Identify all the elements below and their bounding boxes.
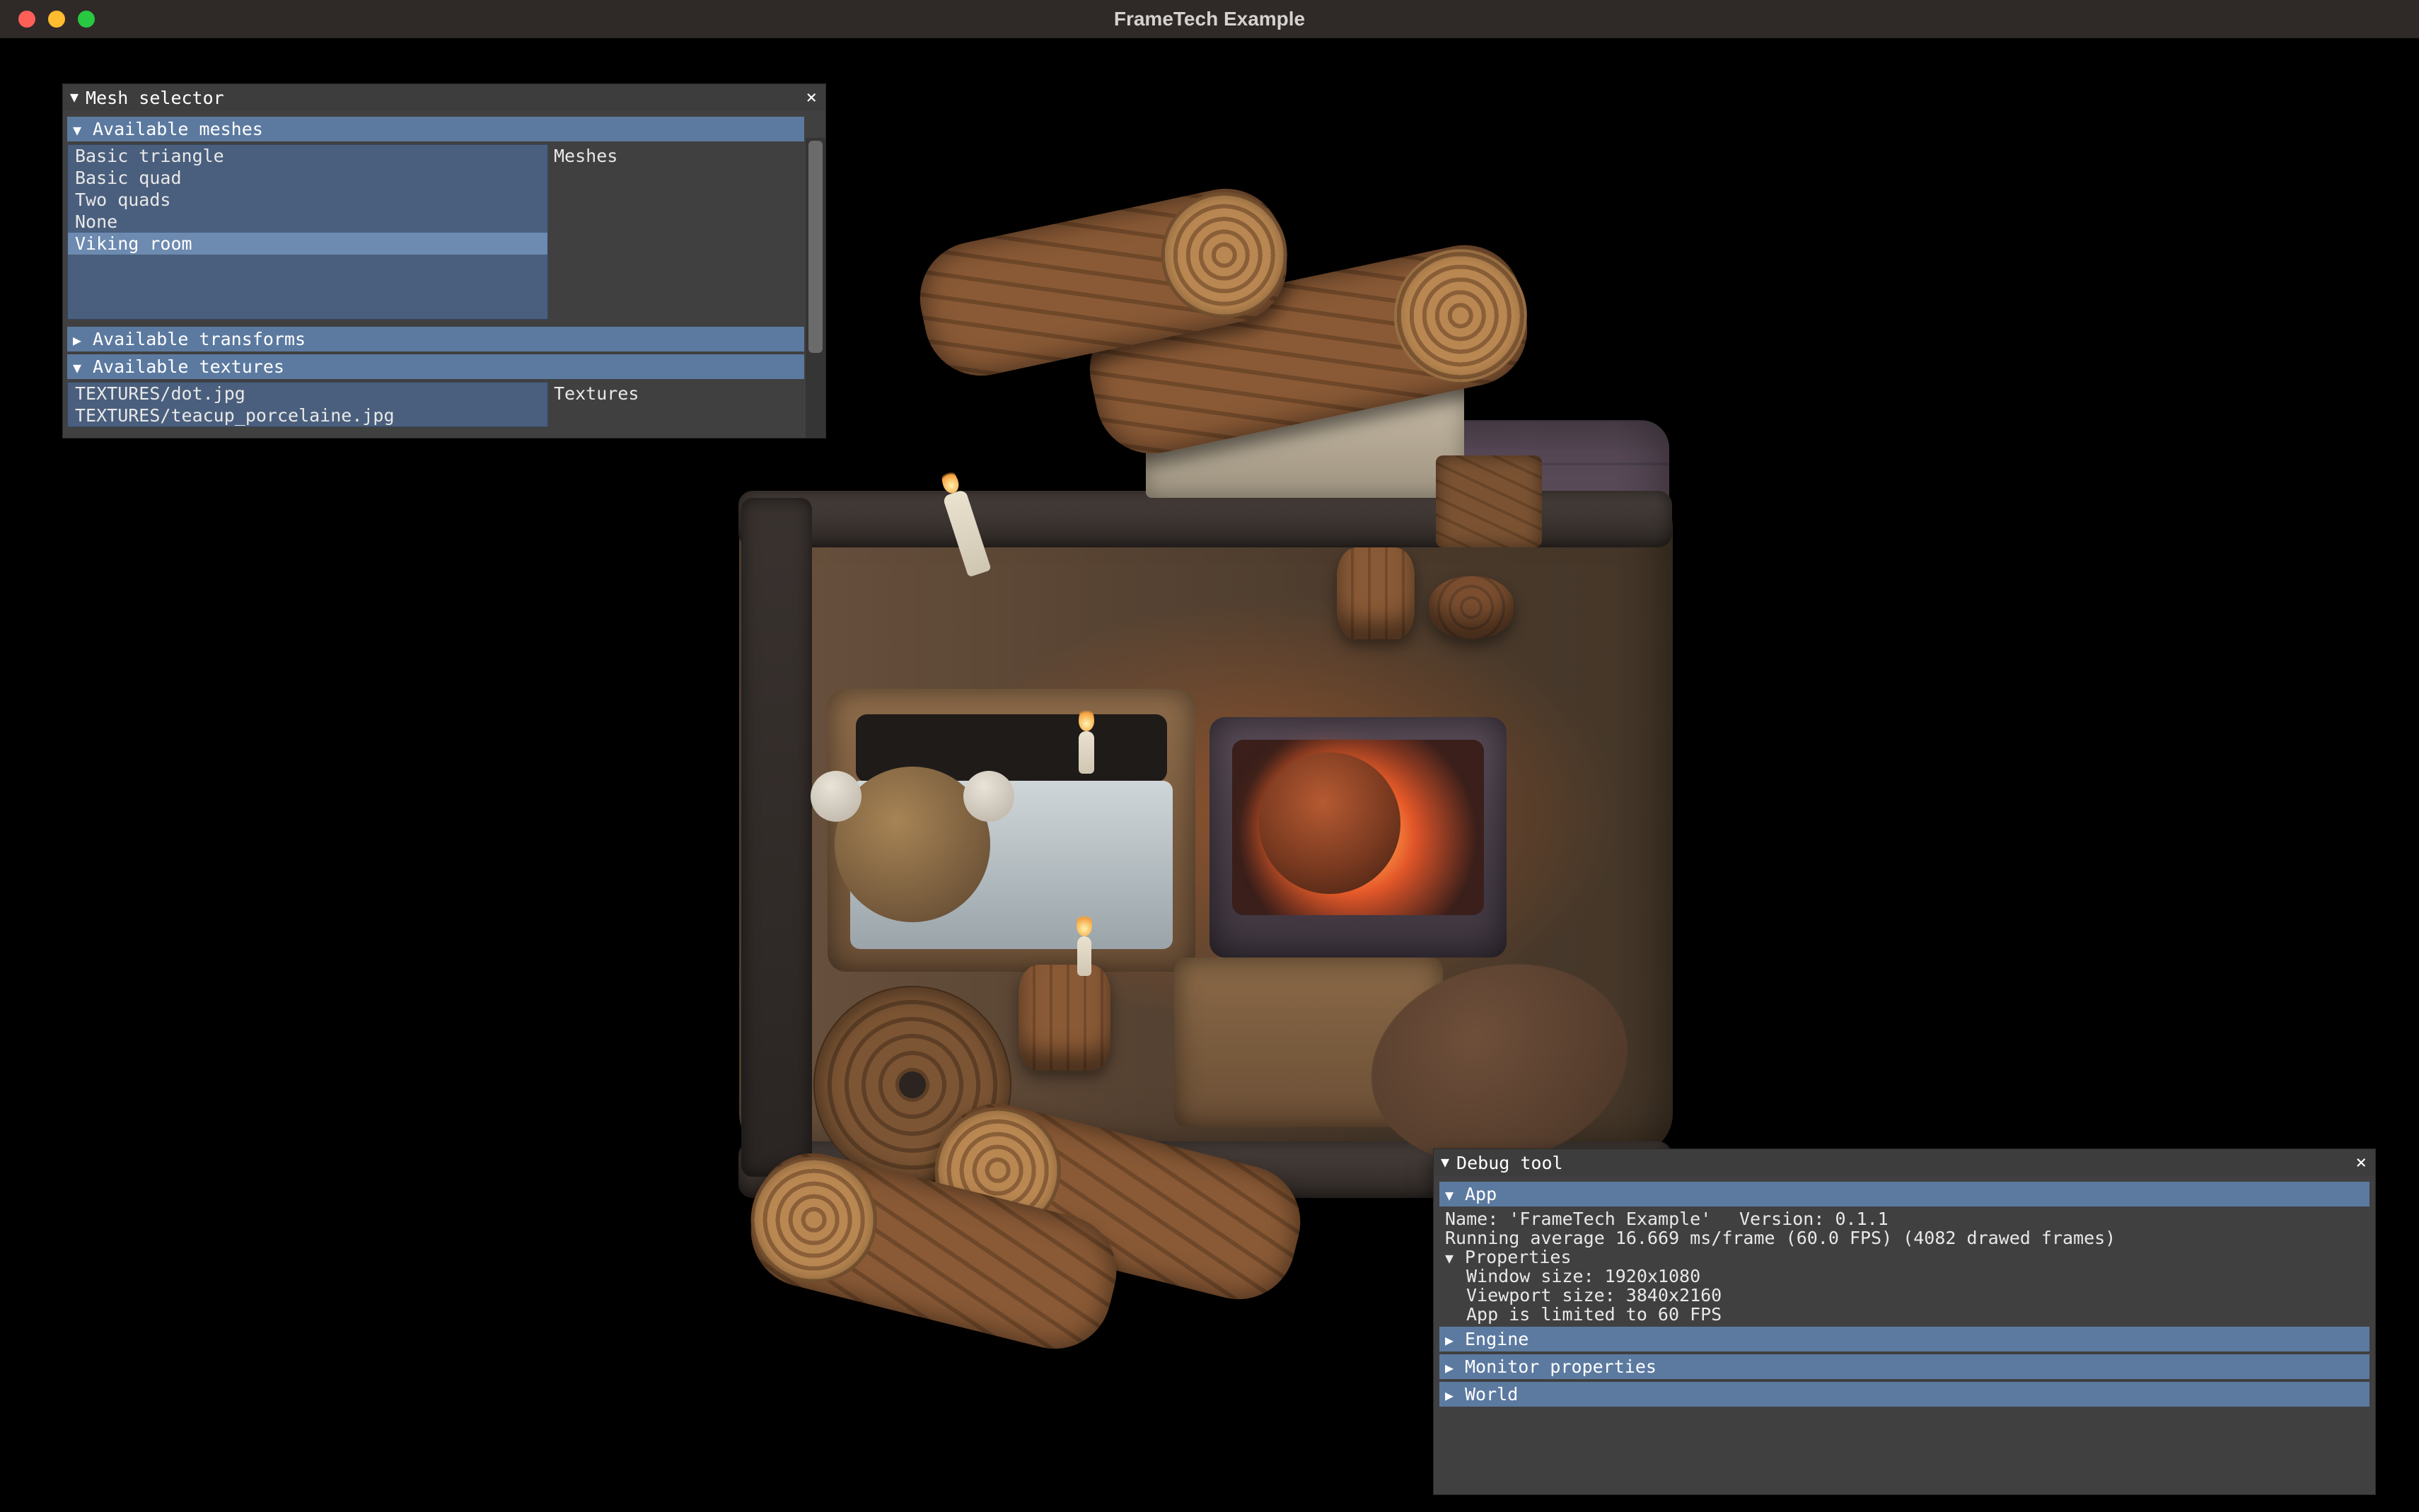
app-window: FrameTech Example [0, 0, 2419, 1512]
mesh-item[interactable]: Basic triangle [68, 145, 547, 167]
mesh-right-column: Meshes [548, 144, 804, 168]
section-label: Available textures [93, 358, 284, 376]
barrel [1337, 547, 1415, 639]
app-name-version-row: Name: 'FrameTech Example' Version: 0.1.1 [1439, 1209, 2369, 1228]
texture-item[interactable]: TEXTURES/teacup_porcelaine.jpg [68, 405, 547, 426]
app-name-text: Name: 'FrameTech Example' [1445, 1210, 1739, 1228]
section-monitor-properties[interactable]: Monitor properties [1439, 1354, 2369, 1379]
section-app[interactable]: App [1439, 1182, 2369, 1206]
barrel-top [1429, 576, 1514, 639]
column-heading: Textures [554, 385, 799, 402]
section-available-meshes[interactable]: Available meshes [67, 117, 804, 141]
section-label: Engine [1465, 1330, 1528, 1348]
listbox-spacer [68, 255, 547, 319]
section-world[interactable]: World [1439, 1382, 2369, 1407]
scene-viking-room [721, 165, 1690, 1269]
section-label: Monitor properties [1465, 1358, 1657, 1376]
close-panel-icon[interactable]: × [806, 88, 817, 107]
app-version-text: Version: 0.1.1 [1739, 1210, 1889, 1228]
section-label: Available meshes [93, 120, 263, 138]
texture-right-column: Textures [548, 382, 804, 405]
cauldron [1259, 752, 1400, 894]
section-engine[interactable]: Engine [1439, 1327, 2369, 1351]
textures-columns: TEXTURES/dot.jpg TEXTURES/teacup_porcela… [67, 382, 804, 431]
section-label: Available transforms [93, 330, 306, 348]
chevron-right-icon [1445, 1330, 1458, 1348]
chevron-down-icon [73, 358, 86, 376]
panel-title: Debug tool [1456, 1154, 2348, 1172]
minimize-window-button[interactable] [48, 11, 65, 28]
tree-node-label: Properties [1465, 1248, 1572, 1266]
titlebar[interactable]: FrameTech Example [0, 0, 2419, 38]
scrollbar-thumb[interactable] [808, 141, 823, 353]
chevron-right-icon [1445, 1358, 1458, 1376]
mesh-item-selected[interactable]: Viking room [68, 233, 547, 255]
zoom-window-button[interactable] [78, 11, 95, 28]
panel-titlebar[interactable]: Mesh selector × [63, 84, 825, 111]
collapse-panel-icon[interactable] [70, 90, 79, 105]
section-label: World [1465, 1385, 1518, 1403]
log-end-icon [1381, 237, 1539, 395]
barrel [1019, 965, 1110, 1071]
texture-listbox[interactable]: TEXTURES/dot.jpg TEXTURES/teacup_porcela… [67, 382, 548, 427]
viking-helmet [835, 767, 990, 922]
candle [1077, 936, 1091, 976]
section-available-textures[interactable]: Available textures [67, 354, 804, 379]
mesh-item[interactable]: Two quads [68, 189, 547, 211]
mesh-item[interactable]: Basic quad [68, 167, 547, 189]
viewport[interactable]: Mesh selector × Available meshes Basic t… [0, 38, 2419, 1512]
panel-body: App Name: 'FrameTech Example' Version: 0… [1434, 1176, 2375, 1494]
panel-body: Available meshes Basic triangle Basic qu… [63, 111, 825, 438]
chevron-right-icon [1445, 1385, 1458, 1403]
app-viewport-size-text: Viewport size: 3840x2160 [1439, 1286, 2369, 1305]
window-controls [18, 11, 95, 28]
app-running-average-text: Running average 16.669 ms/frame (60.0 FP… [1439, 1228, 2369, 1248]
chevron-down-icon [1445, 1185, 1458, 1203]
candle [1079, 731, 1094, 774]
chevron-down-icon [73, 120, 86, 138]
section-label: App [1465, 1185, 1497, 1203]
mesh-listbox[interactable]: Basic triangle Basic quad Two quads None… [67, 144, 548, 320]
chevron-right-icon [73, 330, 86, 348]
left-post [741, 498, 812, 1177]
section-available-transforms[interactable]: Available transforms [67, 327, 804, 351]
panel-scrollbar[interactable] [806, 138, 825, 438]
app-window-size-text: Window size: 1920x1080 [1439, 1267, 2369, 1286]
close-window-button[interactable] [18, 11, 35, 28]
window-title: FrameTech Example [0, 8, 2419, 30]
column-heading: Meshes [554, 147, 799, 165]
crate [1436, 455, 1542, 547]
debug-tool-panel[interactable]: Debug tool × App Name: 'FrameTech Exampl… [1433, 1148, 2376, 1495]
texture-list-column: TEXTURES/dot.jpg TEXTURES/teacup_porcela… [67, 382, 548, 431]
meshes-columns: Basic triangle Basic quad Two quads None… [67, 144, 804, 324]
mesh-list-column: Basic triangle Basic quad Two quads None… [67, 144, 548, 324]
panel-title: Mesh selector [86, 89, 799, 107]
texture-item[interactable]: TEXTURES/dot.jpg [68, 383, 547, 405]
close-panel-icon[interactable]: × [2355, 1153, 2367, 1172]
collapse-panel-icon[interactable] [1441, 1155, 1449, 1170]
panel-titlebar[interactable]: Debug tool × [1434, 1149, 2375, 1176]
app-properties-node[interactable]: Properties [1439, 1248, 2369, 1267]
app-fps-limit-text: App is limited to 60 FPS [1439, 1305, 2369, 1324]
chevron-down-icon [1445, 1248, 1458, 1266]
mesh-item[interactable]: None [68, 211, 547, 233]
mesh-selector-panel[interactable]: Mesh selector × Available meshes Basic t… [62, 83, 826, 438]
